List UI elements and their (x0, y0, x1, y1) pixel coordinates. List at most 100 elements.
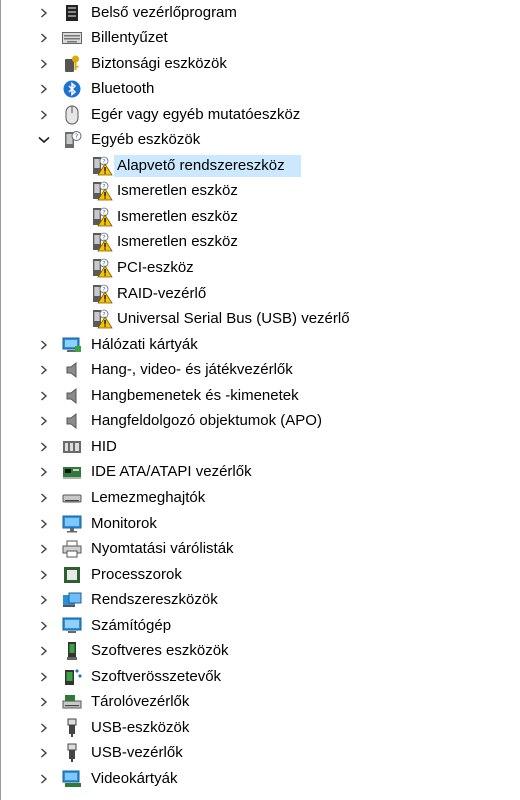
mouse-icon (62, 105, 82, 125)
tree-node-ide-ata-atapi-vezerlok[interactable]: IDE ATA/ATAPI vezérlők (0, 461, 520, 483)
warning-device-icon: ? (90, 309, 114, 329)
tree-node-label: Számítógép (91, 616, 172, 634)
tree-node-szoftveres-eszkozok[interactable]: Szoftveres eszközök (0, 640, 520, 662)
tree-node-label: IDE ATA/ATAPI vezérlők (91, 463, 252, 481)
warning-device-icon: ? (90, 284, 114, 304)
chevron-right-icon[interactable] (38, 615, 50, 637)
display-adapter-icon (62, 769, 82, 789)
usb-icon (62, 718, 82, 738)
software-component-icon (62, 667, 82, 687)
security-key-icon (62, 54, 82, 74)
ide-controller-icon (62, 462, 82, 482)
storage-controller-icon (62, 692, 82, 712)
tree-child-ismeretlen-eszkoz[interactable]: ? Ismeretlen eszköz (0, 180, 520, 202)
tree-child-label: Alapvető rendszereszköz (117, 156, 285, 174)
chevron-down-icon[interactable] (38, 129, 50, 151)
tree-node-szoftverosszetevok[interactable]: Szoftverösszetevők (0, 666, 520, 688)
tree-node-label: HID (91, 437, 117, 455)
warning-device-icon: ? (90, 232, 114, 252)
tree-child-universal-serial-bus-usb-vezerlo[interactable]: ? Universal Serial Bus (USB) vezérlő (0, 308, 520, 330)
tree-node-rendszereszkozok[interactable]: Rendszereszközök (0, 589, 520, 611)
chevron-right-icon[interactable] (38, 53, 50, 75)
chevron-right-icon[interactable] (38, 461, 50, 483)
tree-node-hang-video-es-jatekvezerlok[interactable]: Hang-, video- és játékvezérlők (0, 359, 520, 381)
tree-node-videokartyak[interactable]: Videokártyák (0, 768, 520, 790)
tree-child-alapveto-rendszereszkoz[interactable]: ? Alapvető rendszereszköz (0, 155, 520, 177)
tree-node-label: Rendszereszközök (91, 591, 218, 609)
chevron-right-icon[interactable] (38, 410, 50, 432)
speaker-icon (62, 411, 82, 431)
chevron-right-icon[interactable] (38, 104, 50, 126)
tree-node-hid[interactable]: HID (0, 436, 520, 458)
tree-node-egyeb-eszkozok[interactable]: ? Egyéb eszközök (0, 129, 520, 151)
tree-node-label: Hang-, video- és játékvezérlők (91, 361, 293, 379)
chevron-right-icon[interactable] (38, 768, 50, 790)
chevron-right-icon[interactable] (38, 513, 50, 535)
processor-icon (62, 565, 82, 585)
tree-node-tarolovezerlok[interactable]: Tárolóvezérlők (0, 691, 520, 713)
chevron-right-icon[interactable] (38, 538, 50, 560)
chevron-right-icon[interactable] (38, 589, 50, 611)
chevron-right-icon[interactable] (38, 564, 50, 586)
warning-device-icon: ? (90, 181, 114, 201)
tree-node-billentyuzet[interactable]: Billentyűzet (0, 27, 520, 49)
computer-icon (62, 616, 82, 636)
tree-node-nyomtatasi-varolistak[interactable]: Nyomtatási várólisták (0, 538, 520, 560)
tree-node-monitorok[interactable]: Monitorok (0, 513, 520, 535)
tree-node-belso-vezerloprogram[interactable]: Belső vezérlőprogram (0, 2, 520, 24)
tree-node-usb-vezerlok[interactable]: USB-vezérlők (0, 742, 520, 764)
printer-icon (62, 539, 82, 559)
chevron-right-icon[interactable] (38, 27, 50, 49)
tree-node-label: Egyéb eszközök (91, 131, 201, 149)
tree-node-label: Nyomtatási várólisták (91, 540, 234, 558)
tree-node-bluetooth[interactable]: Bluetooth (0, 78, 520, 100)
tree-node-szamitogep[interactable]: Számítógép (0, 615, 520, 637)
disk-drive-icon (62, 488, 82, 508)
tree-child-label: Ismeretlen eszköz (117, 182, 238, 200)
tree-node-label: Lemezmeghajtók (91, 488, 206, 506)
hid-icon (62, 437, 82, 457)
tree-node-label: USB-eszközök (91, 718, 190, 736)
bluetooth-icon (62, 79, 82, 99)
speaker-icon (62, 360, 82, 380)
tree-child-raid-vezerlo[interactable]: ? RAID-vezérlő (0, 283, 520, 305)
chevron-right-icon[interactable] (38, 78, 50, 100)
tree-node-hangfeldolgozo-objektumok-apo[interactable]: Hangfeldolgozó objektumok (APO) (0, 410, 520, 432)
chevron-right-icon[interactable] (38, 666, 50, 688)
tree-node-lemezmeghajtok[interactable]: Lemezmeghajtók (0, 487, 520, 509)
warning-device-icon: ? (90, 156, 114, 176)
tree-child-pci-eszkoz[interactable]: ? PCI-eszköz (0, 257, 520, 279)
chevron-right-icon[interactable] (38, 359, 50, 381)
chevron-right-icon[interactable] (38, 640, 50, 662)
chevron-right-icon[interactable] (38, 2, 50, 24)
tree-child-label: Ismeretlen eszköz (117, 233, 238, 251)
chevron-right-icon[interactable] (38, 334, 50, 356)
tree-node-label: Processzorok (91, 565, 182, 583)
tree-node-label: Egér vagy egyéb mutatóeszköz (91, 105, 301, 123)
tree-node-processzorok[interactable]: Processzorok (0, 564, 520, 586)
tree-node-label: Videokártyák (91, 770, 178, 787)
chevron-right-icon[interactable] (38, 742, 50, 764)
tree-node-label: Hangbemenetek és -kimenetek (91, 386, 299, 404)
tree-child-ismeretlen-eszkoz[interactable]: ? Ismeretlen eszköz (0, 231, 520, 253)
chevron-right-icon[interactable] (38, 436, 50, 458)
tree-child-label: Universal Serial Bus (USB) vezérlő (117, 310, 350, 328)
chevron-right-icon[interactable] (38, 385, 50, 407)
tree-node-halozati-kartyak[interactable]: Hálózati kártyák (0, 334, 520, 356)
tree-node-label: Belső vezérlőprogram (91, 3, 237, 21)
warning-device-icon: ? (90, 207, 114, 227)
tree-node-biztonsagi-eszkozok[interactable]: Biztonsági eszközök (0, 53, 520, 75)
firmware-icon (62, 3, 82, 23)
chevron-right-icon[interactable] (38, 487, 50, 509)
tree-node-eger-vagy-egyeb-mutatoeszkoz[interactable]: Egér vagy egyéb mutatóeszköz (0, 104, 520, 126)
keyboard-icon (62, 28, 82, 48)
chevron-right-icon[interactable] (38, 691, 50, 713)
unknown-device-icon: ? (62, 130, 82, 150)
tree-node-label: Szoftveres eszközök (91, 642, 229, 660)
tree-node-label: Szoftverösszetevők (91, 667, 222, 685)
tree-child-ismeretlen-eszkoz[interactable]: ? Ismeretlen eszköz (0, 206, 520, 228)
tree-node-hangbemenetek-es-kimenetek[interactable]: Hangbemenetek és -kimenetek (0, 385, 520, 407)
tree-node-usb-eszkozok[interactable]: USB-eszközök (0, 717, 520, 739)
chevron-right-icon[interactable] (38, 717, 50, 739)
monitor-icon (62, 514, 82, 534)
